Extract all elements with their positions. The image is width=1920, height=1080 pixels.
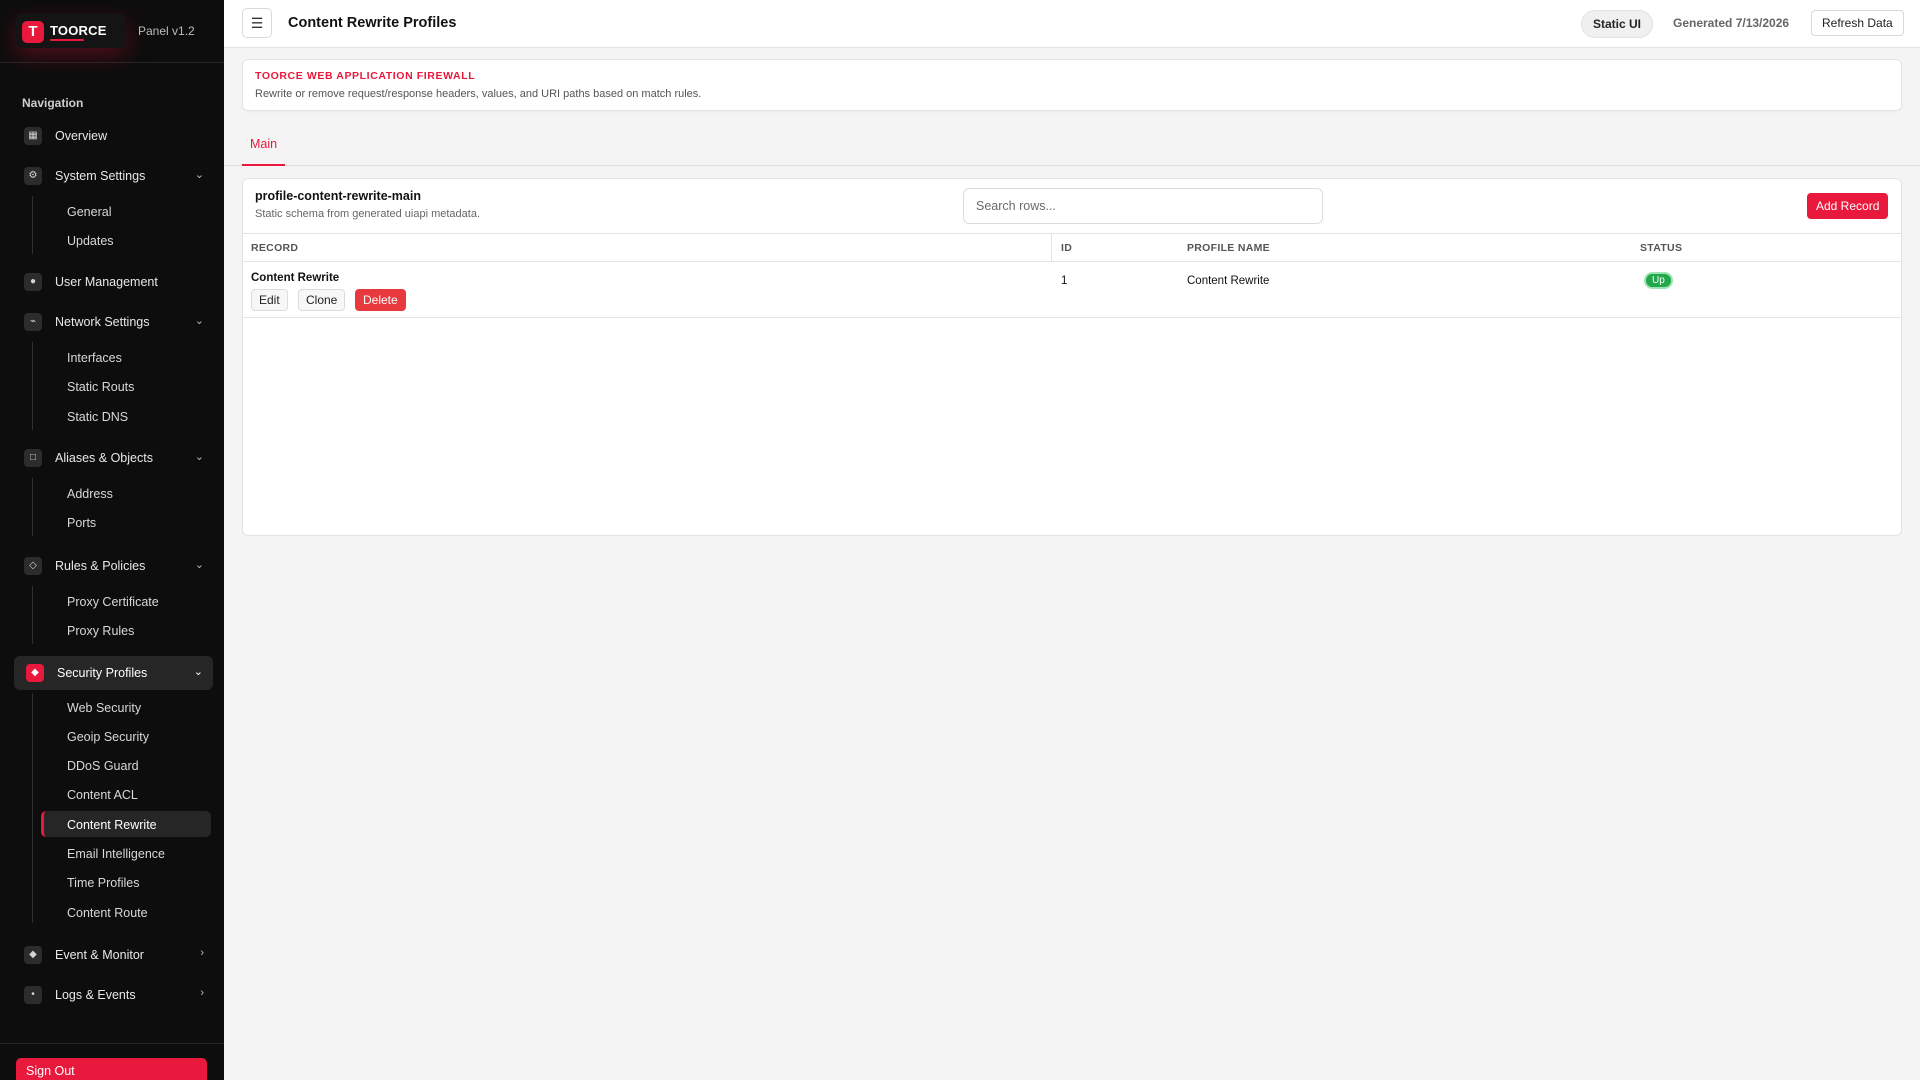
sidebar-item-geoip-security[interactable]: Geoip Security	[41, 723, 211, 749]
static-ui-badge: Static UI	[1581, 10, 1654, 38]
table-row: Content Rewrite Edit Clone Delete 1 Cont…	[243, 263, 1901, 318]
sidebar-item-label: Network Settings	[55, 315, 150, 329]
generated-date: Generated 7/13/2026	[1673, 16, 1790, 30]
divider	[1051, 234, 1052, 261]
clone-button[interactable]: Clone	[298, 289, 346, 311]
diamond-icon: ◇	[24, 557, 42, 575]
column-header-status: STATUS	[1640, 242, 1683, 254]
banner-title: TOORCE WEB APPLICATION FIREWALL	[255, 70, 476, 82]
sidebar-item-web-security[interactable]: Web Security	[41, 694, 211, 720]
grid-icon: ▦	[24, 127, 42, 145]
sidebar-item-label: Aliases & Objects	[55, 451, 153, 465]
chevron-down-icon: ⌄	[194, 559, 204, 571]
submenu-guide-line	[32, 196, 33, 254]
gear-icon: ⚙	[24, 167, 42, 185]
monitor-icon: ◆	[24, 946, 42, 964]
record-name: Content Rewrite	[251, 272, 340, 284]
submenu-guide-line	[32, 478, 33, 536]
menu-toggle-button[interactable]: ☰	[242, 8, 272, 38]
column-header-id: ID	[1061, 242, 1073, 254]
logo-underline	[50, 39, 84, 41]
chevron-right-icon: ›	[200, 947, 204, 959]
sidebar-group-event-monitor[interactable]: ◆ Event & Monitor ›	[14, 940, 214, 970]
sidebar-group-security-profiles[interactable]: ◆ Security Profiles ⌄	[14, 656, 213, 690]
schema-subtitle: Static schema from generated uiapi metad…	[255, 208, 481, 220]
shield-icon: ◆	[26, 664, 44, 682]
sidebar-group-system-settings[interactable]: ⚙ System Settings ⌄	[14, 161, 214, 191]
sidebar-item-content-acl[interactable]: Content ACL	[41, 781, 211, 807]
sidebar-item-address[interactable]: Address	[41, 480, 211, 506]
sidebar-item-content-rewrite[interactable]: Content Rewrite	[41, 811, 211, 837]
sidebar-item-label: Event & Monitor	[55, 948, 144, 962]
sidebar-group-logs-events[interactable]: • Logs & Events ›	[14, 980, 214, 1010]
chevron-down-icon: ⌄	[194, 451, 204, 463]
sidebar-item-static-dns[interactable]: Static DNS	[41, 403, 211, 429]
tab-bar: Main	[224, 125, 1920, 166]
nav-heading: Navigation	[22, 96, 84, 110]
info-banner: TOORCE WEB APPLICATION FIREWALL Rewrite …	[242, 59, 1902, 111]
box-icon: □	[24, 449, 42, 467]
edit-button[interactable]: Edit	[251, 289, 288, 311]
sidebar-item-updates[interactable]: Updates	[41, 227, 211, 253]
logo[interactable]: T TOORCE	[16, 14, 126, 48]
sidebar-item-label: Rules & Policies	[55, 559, 146, 573]
sidebar-group-network-settings[interactable]: ⌁ Network Settings ⌄	[14, 307, 214, 337]
brand-header: T TOORCE Panel v1.2	[0, 0, 224, 63]
top-bar: ☰ Content Rewrite Profiles Static UI Gen…	[224, 0, 1920, 48]
submenu-guide-line	[32, 586, 33, 644]
tab-main[interactable]: Main	[242, 125, 286, 166]
sidebar-item-label: System Settings	[55, 169, 146, 183]
sign-out-button[interactable]: Sign Out	[16, 1058, 207, 1080]
column-header-profile-name: PROFILE NAME	[1187, 242, 1270, 254]
refresh-data-button[interactable]: Refresh Data	[1811, 10, 1904, 36]
sidebar-item-ddos-guard[interactable]: DDoS Guard	[41, 752, 211, 778]
submenu-guide-line	[32, 693, 33, 923]
sidebar-item-email-intelligence[interactable]: Email Intelligence	[41, 840, 211, 866]
records-card: profile-content-rewrite-main Static sche…	[242, 178, 1902, 536]
sidebar-item-label: Logs & Events	[55, 988, 136, 1002]
sidebar-item-ports[interactable]: Ports	[41, 509, 211, 535]
status-badge: Up	[1644, 272, 1673, 289]
sidebar-item-label: User Management	[55, 275, 158, 289]
sidebar-item-user-management[interactable]: ● User Management	[14, 267, 214, 297]
page-title: Content Rewrite Profiles	[288, 15, 457, 31]
divider	[0, 1043, 224, 1044]
sidebar-item-general[interactable]: General	[41, 198, 211, 224]
sidebar-item-static-routs[interactable]: Static Routs	[41, 373, 211, 399]
banner-description: Rewrite or remove request/response heade…	[255, 88, 702, 100]
user-icon: ●	[24, 273, 42, 291]
sidebar-item-proxy-rules[interactable]: Proxy Rules	[41, 617, 211, 643]
column-header-record: RECORD	[251, 242, 299, 254]
profile-name: Content Rewrite	[1187, 275, 1270, 287]
log-icon: •	[24, 986, 42, 1004]
hamburger-icon: ☰	[250, 15, 264, 31]
sidebar-item-time-profiles[interactable]: Time Profiles	[41, 869, 211, 895]
logo-mark-icon: T	[22, 21, 44, 43]
delete-button[interactable]: Delete	[355, 289, 406, 311]
sidebar-group-aliases-objects[interactable]: □ Aliases & Objects ⌄	[14, 443, 214, 473]
sidebar-group-rules-policies[interactable]: ◇ Rules & Policies ⌄	[14, 551, 214, 581]
network-icon: ⌁	[24, 313, 42, 331]
sidebar-item-interfaces[interactable]: Interfaces	[41, 344, 211, 370]
panel-version: Panel v1.2	[138, 24, 195, 38]
submenu-guide-line	[32, 342, 33, 430]
chevron-right-icon: ›	[200, 987, 204, 999]
sidebar-item-label: Security Profiles	[57, 666, 148, 680]
add-record-button[interactable]: Add Record	[1807, 193, 1889, 219]
sidebar-item-content-route[interactable]: Content Route	[41, 899, 211, 925]
brand-name: TOORCE	[50, 23, 107, 38]
chevron-down-icon: ⌄	[194, 315, 204, 327]
table-header: RECORD ID PROFILE NAME STATUS	[243, 233, 1901, 262]
sidebar-item-proxy-certificate[interactable]: Proxy Certificate	[41, 588, 211, 614]
schema-name: profile-content-rewrite-main	[255, 189, 421, 203]
search-input[interactable]	[963, 188, 1323, 224]
chevron-down-icon: ⌄	[194, 169, 204, 181]
sidebar-item-label: Overview	[55, 129, 108, 143]
chevron-down-icon: ⌄	[193, 666, 203, 678]
record-id: 1	[1061, 275, 1068, 287]
sidebar: T TOORCE Panel v1.2 Navigation ▦ Overvie…	[0, 0, 224, 1080]
sidebar-item-overview[interactable]: ▦ Overview	[14, 121, 214, 151]
